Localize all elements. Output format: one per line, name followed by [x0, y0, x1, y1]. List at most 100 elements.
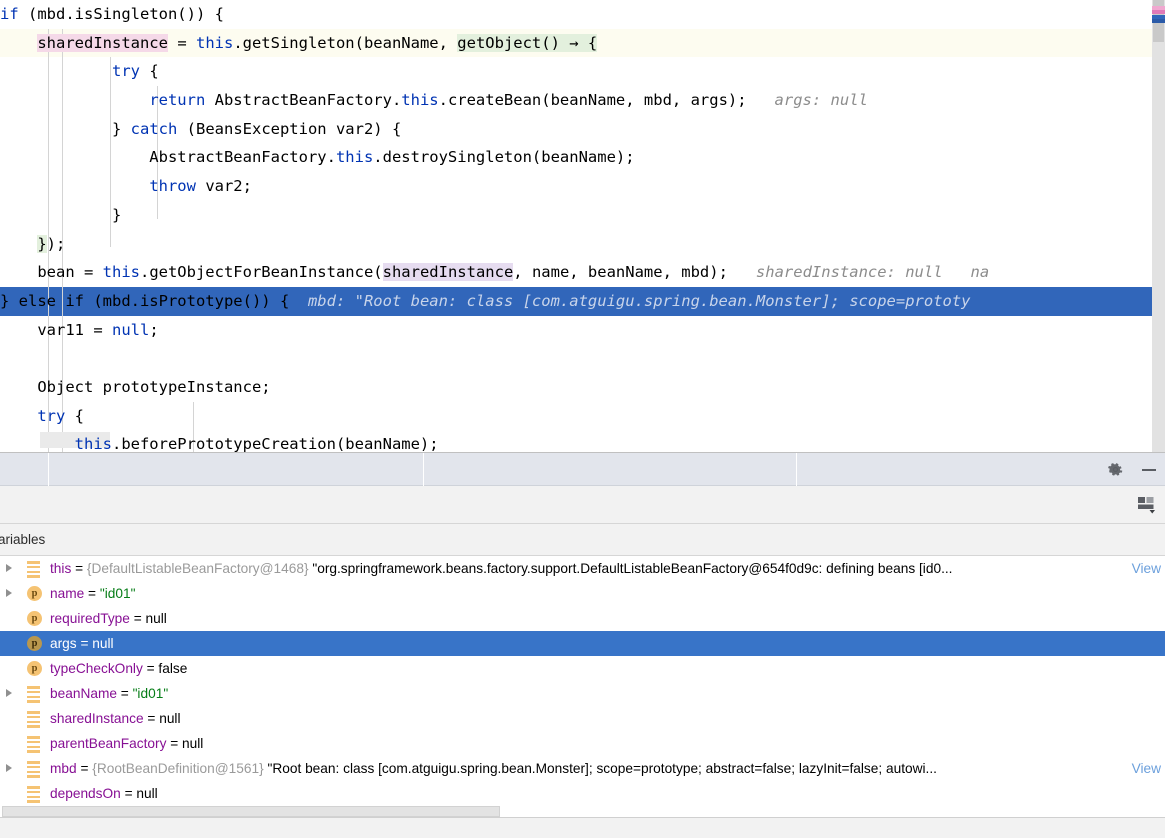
local-variable-icon	[27, 686, 42, 703]
variable-name: dependsOn	[50, 786, 121, 801]
variable-equals: =	[129, 611, 146, 626]
variable-name: beanName	[50, 686, 117, 701]
tab-variables[interactable]: Variables	[0, 524, 53, 556]
code-token: {	[139, 62, 159, 81]
code-line-text: AbstractBeanFactory.this.destroySingleto…	[0, 148, 635, 167]
code-line[interactable]: sharedInstance = this.getSingleton(beanN…	[0, 28, 1165, 58]
scrollbar-marker[interactable]	[1152, 19, 1165, 23]
code-token: .destroySingleton(beanName);	[373, 148, 635, 167]
highlighted-token: }	[37, 234, 47, 253]
variables-tree[interactable]: this = {DefaultListableBeanFactory@1468}…	[0, 556, 1165, 818]
code-token: .getSingleton(beanName,	[233, 33, 458, 52]
code-line[interactable]: }	[0, 201, 1165, 230]
code-line-text: if (mbd.isSingleton()) {	[0, 5, 224, 23]
code-line-text: Object prototypeInstance;	[0, 378, 270, 396]
code-token: {	[65, 406, 84, 425]
code-line[interactable]	[0, 344, 1165, 373]
variable-row[interactable]: this = {DefaultListableBeanFactory@1468}…	[0, 556, 1165, 581]
debug-secondary-toolbar[interactable]	[0, 486, 1165, 524]
variable-row[interactable]: dependsOn = null	[0, 781, 1165, 806]
code-line[interactable]: bean = this.getObjectForBeanInstance(sha…	[0, 258, 1165, 287]
code-token: }	[0, 205, 122, 224]
variable-equals: =	[71, 561, 87, 576]
variable-equals: =	[120, 786, 137, 801]
view-value-link[interactable]: View	[1132, 756, 1161, 781]
code-line[interactable]: try {	[0, 57, 1165, 86]
highlighted-token: sharedInstance	[37, 33, 168, 52]
code-token: this	[195, 33, 234, 52]
code-line[interactable]: AbstractBeanFactory.this.destroySingleto…	[0, 143, 1165, 172]
view-value-link[interactable]: View	[1132, 556, 1161, 581]
code-line[interactable]: } catch (BeansException var2) {	[0, 115, 1165, 144]
code-token: this	[102, 263, 140, 282]
layout-settings-icon[interactable]	[1137, 495, 1157, 515]
code-line[interactable]: Object prototypeInstance;	[0, 373, 1165, 402]
variables-hscrollbar-thumb[interactable]	[2, 806, 500, 817]
variable-row[interactable]: beanName = "id01"	[0, 681, 1165, 706]
inline-debug-value: mbd: "Root bean: class [com.atguigu.spri…	[289, 291, 971, 310]
code-editor[interactable]: if (mbd.isSingleton()) { sharedInstance …	[0, 0, 1165, 452]
code-line-text: try {	[0, 407, 84, 425]
code-line-text: this.beforePrototypeCreation(beanName);	[0, 435, 439, 452]
scrollbar-marker[interactable]	[1152, 10, 1165, 14]
code-token: var2;	[195, 177, 252, 196]
variable-name: parentBeanFactory	[50, 736, 167, 751]
variable-text: sharedInstance = null	[50, 706, 181, 731]
variable-row[interactable]: sharedInstance = null	[0, 706, 1165, 731]
code-token: bean =	[0, 263, 103, 282]
variable-row[interactable]: p requiredType = null	[0, 606, 1165, 631]
variable-text: beanName = "id01"	[50, 681, 168, 706]
code-token: (mbd.isSingleton()) {	[18, 5, 224, 23]
gear-icon[interactable]	[1105, 460, 1125, 480]
variable-value: "id01"	[132, 686, 169, 701]
editor-scrollbar-track[interactable]	[1152, 0, 1165, 452]
code-token: this	[401, 91, 439, 110]
code-line[interactable]: try {	[0, 402, 1165, 431]
toolbar-divider	[48, 453, 49, 486]
variable-name: requiredType	[50, 611, 130, 626]
variable-text: dependsOn = null	[50, 781, 158, 806]
code-token: this	[74, 435, 112, 452]
code-line[interactable]: var11 = null;	[0, 316, 1165, 345]
code-line[interactable]: } else if (mbd.isPrototype()) { mbd: "Ro…	[0, 286, 1165, 316]
code-line-text: throw var2;	[0, 177, 252, 195]
code-line-text: return AbstractBeanFactory.this.createBe…	[0, 91, 868, 109]
variable-row[interactable]: p typeCheckOnly = false	[0, 656, 1165, 681]
variable-value: "id01"	[99, 586, 136, 601]
code-lines-container: if (mbd.isSingleton()) { sharedInstance …	[0, 0, 1165, 452]
variable-value: null	[145, 611, 167, 626]
code-line[interactable]: this.beforePrototypeCreation(beanName);	[0, 430, 1165, 452]
code-token: AbstractBeanFactory.	[205, 91, 402, 110]
debug-tabs-row[interactable]: Variables	[0, 524, 1165, 556]
code-token: throw	[149, 177, 196, 196]
variable-row[interactable]: mbd = {RootBeanDefinition@1561} "Root be…	[0, 756, 1165, 781]
expand-arrow-icon[interactable]	[6, 589, 12, 597]
variable-ref-id: {RootBeanDefinition@1561}	[92, 761, 264, 776]
debug-toolbar[interactable]	[0, 453, 1165, 486]
variable-text: parentBeanFactory = null	[50, 731, 203, 756]
code-line-text: });	[0, 234, 65, 253]
variable-row[interactable]: p name = "id01"	[0, 581, 1165, 606]
toolbar-divider	[796, 453, 797, 486]
highlighted-token: getObject() → {	[457, 33, 598, 52]
code-line-text: bean = this.getObjectForBeanInstance(sha…	[0, 263, 989, 282]
variable-row[interactable]: p args = null	[0, 631, 1165, 656]
code-line[interactable]: if (mbd.isSingleton()) {	[0, 0, 1165, 29]
code-line[interactable]: return AbstractBeanFactory.this.createBe…	[0, 86, 1165, 115]
code-token: try	[37, 406, 66, 425]
code-line[interactable]: throw var2;	[0, 172, 1165, 201]
code-token: this	[335, 148, 374, 167]
parameter-icon: p	[27, 586, 42, 601]
variable-name: this	[50, 561, 72, 576]
expand-arrow-icon[interactable]	[6, 764, 12, 772]
variable-value: null	[159, 711, 181, 726]
expand-arrow-icon[interactable]	[6, 689, 12, 697]
variables-hscrollbar-track[interactable]	[0, 804, 1165, 818]
expand-arrow-icon[interactable]	[6, 564, 12, 572]
variable-row[interactable]: parentBeanFactory = null	[0, 731, 1165, 756]
variable-name: mbd	[50, 761, 77, 776]
minimize-icon[interactable]	[1139, 460, 1159, 480]
code-line[interactable]: });	[0, 230, 1165, 259]
